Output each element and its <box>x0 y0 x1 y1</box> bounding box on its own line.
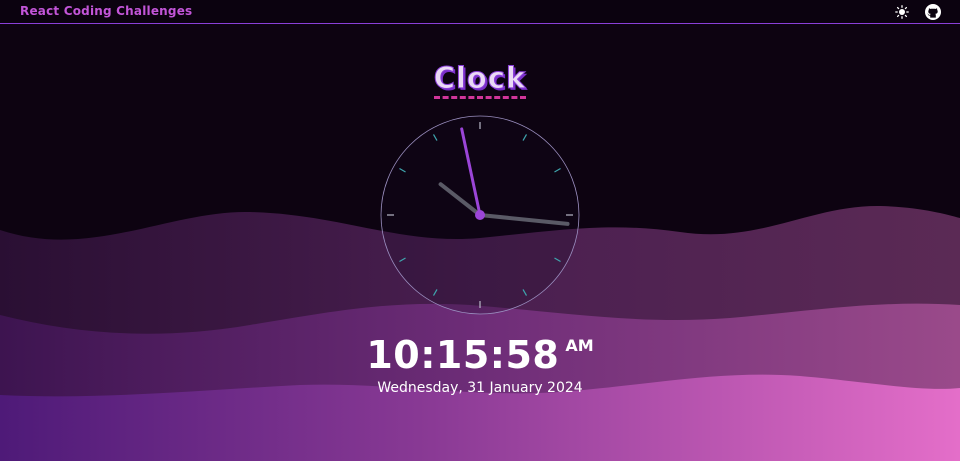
clock-center-dot <box>475 210 485 220</box>
clock-title-wrap: Clock <box>0 62 960 99</box>
time-hms: 10:15:58 <box>366 333 560 377</box>
time-period: AM <box>565 336 594 355</box>
analog-clock <box>380 115 580 315</box>
github-icon[interactable] <box>924 3 942 21</box>
clock-page: React Coding Challenges Clock 10:15:58 A… <box>0 0 960 461</box>
sun-icon[interactable] <box>893 3 911 21</box>
page-title: Clock <box>433 62 527 99</box>
navbar-icons <box>893 3 942 21</box>
top-navbar: React Coding Challenges <box>0 0 960 24</box>
digital-time: 10:15:58 AM <box>0 333 960 377</box>
current-date: Wednesday, 31 January 2024 <box>377 380 583 396</box>
brand-link[interactable]: React Coding Challenges <box>20 4 192 18</box>
